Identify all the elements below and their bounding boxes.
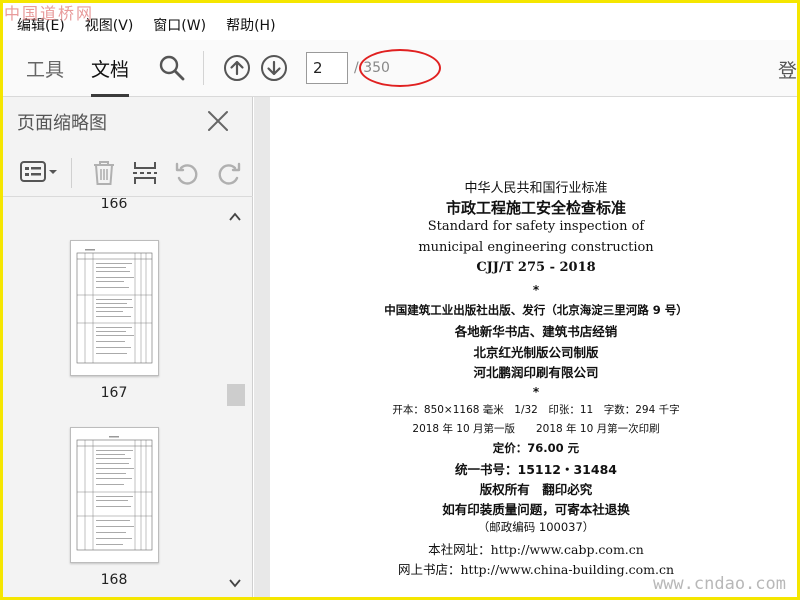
doc-line: 版权所有 翻印必究 [479,482,593,497]
annotation-highlight-oval [359,49,441,87]
doc-title: 市政工程施工安全检查标准 [445,199,626,217]
tab-document[interactable]: 文档 [91,40,130,97]
next-page-icon[interactable] [257,51,291,85]
doc-line: 本社网址：http://www.cabp.com.cn [428,542,644,557]
doc-line: 统一书号：15112・31484 [455,462,617,477]
panel-toolbar-divider [71,158,72,188]
doc-line: Standard for safety inspection of [427,219,645,234]
panel-title: 页面缩略图 [17,113,107,134]
close-icon[interactable] [206,109,230,137]
search-icon[interactable] [155,51,189,85]
page-number-input[interactable] [306,52,349,84]
thumbnail-list: 166 167 168 [3,198,225,597]
doc-price: 定价：76.00 元 [492,441,580,455]
watermark-site-url: www.cndao.com [652,574,786,594]
document-page: 中华人民共和国行业标准 市政工程施工安全检查标准 Standard for sa… [270,97,797,597]
doc-line: municipal engineering construction [418,240,654,255]
tab-tools[interactable]: 工具 [26,40,64,97]
doc-line: 河北鹏润印刷有限公司 [473,365,599,380]
doc-standard-code: CJJ/T 275 - 2018 [476,260,596,275]
watermark-logo-text: 中国道桥网 [4,4,95,23]
main-toolbar: 工具 文档 / 350 登 [3,40,797,97]
menu-help[interactable]: 帮助(H) [226,15,275,35]
scrollbar-thumb[interactable] [227,384,245,406]
scroll-down-icon[interactable] [229,578,241,588]
thumbnail-page-number: 168 [100,572,128,588]
extract-page-icon[interactable] [131,159,159,191]
thumbnail-scrollbar[interactable] [225,198,245,597]
doc-line: 中华人民共和国行业标准 [464,181,608,196]
rotate-clockwise-icon[interactable] [215,159,243,191]
doc-line: * [532,283,540,297]
thumbnail-page-number: 166 [100,198,128,212]
document-view: 中华人民共和国行业标准 市政工程施工安全检查标准 Standard for sa… [254,97,797,597]
menu-window[interactable]: 窗口(W) [153,15,206,35]
thumbnail-options-icon[interactable] [19,159,59,189]
scroll-up-icon[interactable] [229,212,241,222]
thumbnail-page-number: 167 [100,385,128,401]
doc-line: 北京红光制版公司制版 [473,345,599,360]
doc-line: 2018 年 10 月第一版 2018 年 10 月第一次印刷 [412,423,660,435]
doc-line: 如有印装质量问题，可寄本社退换 [442,502,630,517]
login-button[interactable]: 登 [778,56,797,83]
thumbnail-panel: 页面缩略图 166 167 168 [3,97,253,597]
thumbnail-toolbar [3,149,253,197]
page-thumbnail-167[interactable] [70,240,159,376]
doc-line: * [532,385,540,399]
previous-page-icon[interactable] [220,51,254,85]
toolbar-divider [203,51,205,85]
doc-line: 中国建筑工业出版社出版、发行（北京海淀三里河路 9 号） [384,303,688,317]
doc-line: 各地新华书店、建筑书店经销 [454,324,618,339]
page-thumbnail-168[interactable] [70,427,159,563]
doc-line: （邮政编码 100037） [477,520,595,534]
trash-icon[interactable] [91,159,117,191]
rotate-counterclockwise-icon[interactable] [173,159,201,191]
doc-line: 开本：850×1168 毫米 1/32 印张：11 字数：294 千字 [392,404,680,416]
